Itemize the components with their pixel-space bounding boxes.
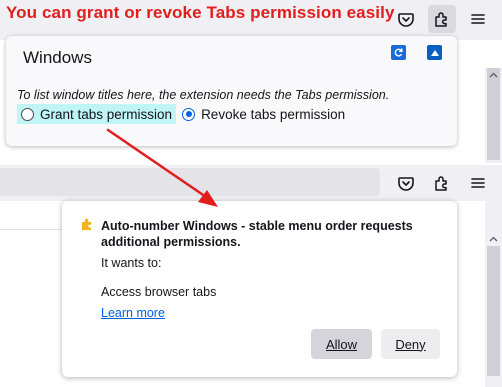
revoke-tabs-radio[interactable]: Revoke tabs permission xyxy=(178,104,349,124)
permission-radio-group: Grant tabs permission Revoke tabs permis… xyxy=(17,104,349,124)
url-bar[interactable] xyxy=(0,168,380,196)
extension-puzzle-icon xyxy=(82,218,91,230)
revoke-tabs-label: Revoke tabs permission xyxy=(201,106,346,122)
learn-more-link[interactable]: Learn more xyxy=(101,306,165,320)
grant-tabs-label: Grant tabs permission xyxy=(40,106,173,122)
panel-title: Windows xyxy=(23,48,92,67)
scroll-up-icon[interactable] xyxy=(485,68,502,82)
refresh-icon[interactable] xyxy=(391,45,406,60)
permission-item: Access browser tabs xyxy=(101,285,217,299)
deny-button[interactable]: Deny xyxy=(381,329,440,359)
popup-message: Auto-number Windows - stable menu order … xyxy=(101,219,413,249)
allow-button[interactable]: Allow xyxy=(311,329,372,359)
divider xyxy=(0,229,62,230)
scroll-up-icon[interactable] xyxy=(485,232,502,246)
collapse-icon[interactable] xyxy=(427,45,442,60)
radio-checked-icon[interactable] xyxy=(182,107,196,121)
extensions-icon[interactable] xyxy=(428,5,456,33)
menu-icon[interactable] xyxy=(464,169,492,197)
radio-unchecked-icon[interactable] xyxy=(21,107,34,121)
scrollbar-thumb[interactable] xyxy=(487,246,500,376)
permission-popup: Auto-number Windows - stable menu order … xyxy=(62,201,457,377)
windows-panel: Windows To list window titles here, the … xyxy=(6,36,457,146)
pocket-icon[interactable] xyxy=(392,169,420,197)
grant-tabs-radio[interactable]: Grant tabs permission xyxy=(17,104,177,124)
permission-note: To list window titles here, the extensio… xyxy=(17,88,390,102)
extensions-icon[interactable] xyxy=(428,169,456,197)
menu-icon[interactable] xyxy=(464,5,492,33)
annotation-title: You can grant or revoke Tabs permission … xyxy=(6,3,395,22)
pocket-icon[interactable] xyxy=(392,5,420,33)
wants-label: It wants to: xyxy=(101,256,162,270)
